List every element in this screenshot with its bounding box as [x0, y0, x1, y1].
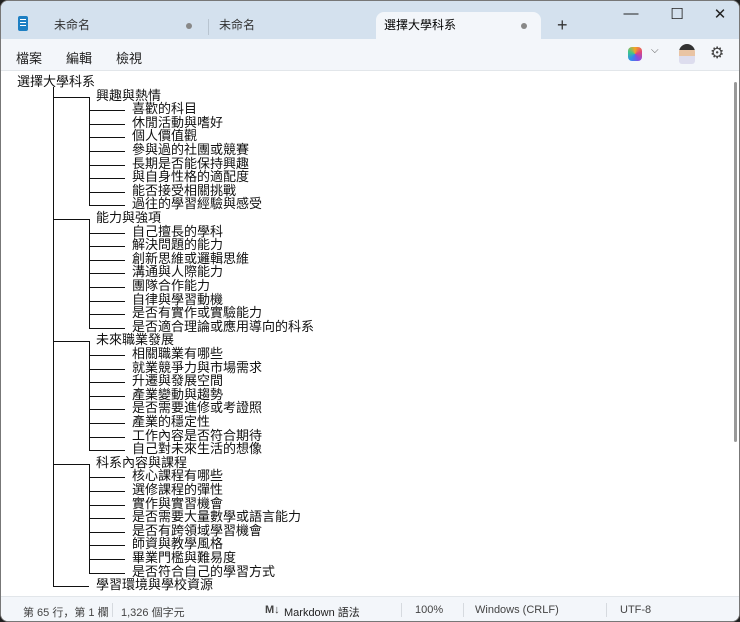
chevron-down-icon[interactable]: ⌵	[651, 45, 659, 56]
tree-connector	[89, 164, 125, 166]
tree-connector	[89, 314, 125, 316]
tree-connector	[89, 287, 125, 288]
tree-connector	[89, 382, 125, 384]
tree-branch-line	[89, 463, 90, 574]
notepad-window: 未命名 未命名 選擇大學科系 + — ☐ ✕ 檔案 編輯 檢視 ⌵ ⚙ 選擇大學…	[0, 0, 740, 622]
tree-connector	[89, 450, 125, 452]
tree-connector	[89, 423, 125, 424]
tree-connector	[89, 491, 125, 492]
tree-connector	[89, 178, 125, 180]
tree-branch-line	[89, 219, 90, 329]
divider	[112, 603, 113, 617]
encoding[interactable]: UTF-8	[620, 604, 651, 616]
tree-connector	[89, 355, 125, 356]
title-bar: 未命名 未命名 選擇大學科系 + — ☐ ✕	[1, 1, 739, 39]
tree-connector	[89, 137, 125, 139]
line-ending[interactable]: Windows (CRLF)	[475, 604, 559, 616]
cursor-position: 第 65 行，第 1 欄	[23, 607, 109, 619]
tree-connector	[53, 219, 89, 220]
tree-connector	[89, 545, 125, 547]
tree-connector	[89, 395, 125, 397]
tree-connector	[53, 96, 89, 98]
tree-connector	[89, 531, 125, 533]
markdown-icon: M↓	[265, 604, 280, 616]
divider	[401, 603, 402, 617]
tree-branch-line	[89, 341, 90, 452]
list-item: 參與過的社團或競賽	[132, 143, 250, 158]
tree-connector	[53, 463, 89, 465]
menu-edit[interactable]: 編輯	[66, 48, 92, 67]
tab-untitled-2[interactable]: 未命名	[211, 12, 371, 39]
tree-connector	[89, 368, 125, 370]
group-heading: 能力與強項	[96, 211, 162, 226]
tree-connector	[53, 586, 89, 588]
list-item: 畢業門檻與難易度	[132, 551, 237, 566]
unsaved-dot-icon	[186, 23, 192, 29]
notepad-app-icon	[18, 16, 28, 31]
scrollbar-thumb[interactable]	[734, 82, 737, 442]
tree-connector	[53, 341, 89, 343]
list-item: 團隊合作能力	[132, 279, 211, 294]
tree-connector	[89, 246, 125, 248]
tree-connector	[89, 273, 125, 275]
gear-icon[interactable]: ⚙	[710, 43, 724, 63]
close-icon[interactable]: ✕	[697, 5, 739, 23]
maximize-icon[interactable]: ☐	[654, 5, 700, 23]
minimize-icon[interactable]: —	[608, 5, 654, 22]
tree-trunk-line	[53, 87, 54, 588]
text-editor[interactable]: 選擇大學科系 興趣與熱情 喜歡的科目 休閒活動與嗜好 個人價值觀 參與過的社團或競賽 長期是…	[1, 72, 735, 596]
tab-divider	[208, 19, 209, 35]
zoom-level[interactable]: 100%	[415, 604, 443, 616]
status-bar: 第 65 行，第 1 欄 1,326 個字元 M↓ Markdown 語法 10…	[1, 596, 739, 621]
tree-branch-line	[89, 96, 90, 207]
list-item: 選修課程的彈性	[132, 483, 224, 498]
root-heading: 選擇大學科系	[17, 75, 96, 90]
tab-label: 選擇大學科系	[384, 18, 457, 32]
group-heading: 學習環境與學校資源	[96, 578, 214, 594]
copilot-icon[interactable]	[628, 47, 642, 61]
tab-label: 未命名	[54, 18, 91, 32]
tree-connector	[89, 559, 125, 560]
tab-untitled-1[interactable]: 未命名	[46, 12, 206, 39]
tree-connector	[89, 327, 125, 329]
character-count: 1,326 個字元	[121, 607, 185, 619]
vertical-scrollbar[interactable]	[733, 72, 739, 596]
list-item: 產業的穩定性	[132, 415, 211, 430]
unsaved-dot-icon	[521, 23, 527, 29]
tree-connector	[89, 300, 125, 302]
tree-connector	[89, 259, 125, 261]
tree-connector	[89, 205, 125, 207]
tree-connector	[89, 477, 125, 479]
tree-connector	[89, 123, 125, 125]
avatar[interactable]	[679, 44, 695, 64]
tree-connector	[89, 572, 125, 574]
tree-connector	[89, 436, 125, 438]
tab-label: 未命名	[219, 18, 256, 32]
tree-connector	[89, 518, 125, 520]
syntax-mode[interactable]: Markdown 語法	[284, 604, 360, 620]
list-item: 相關職業有哪些	[132, 347, 224, 362]
tree-connector	[89, 110, 125, 112]
tree-connector	[89, 409, 125, 411]
tree-connector	[89, 232, 125, 234]
tree-connector	[89, 504, 125, 506]
tree-connector	[89, 151, 125, 152]
menu-view[interactable]: 檢視	[116, 48, 142, 67]
divider	[463, 603, 464, 617]
tab-active-document[interactable]: 選擇大學科系	[376, 12, 541, 39]
new-tab-plus-icon[interactable]: +	[557, 15, 568, 36]
tree-connector	[89, 191, 125, 193]
menu-file[interactable]: 檔案	[16, 48, 42, 67]
divider	[606, 603, 607, 617]
